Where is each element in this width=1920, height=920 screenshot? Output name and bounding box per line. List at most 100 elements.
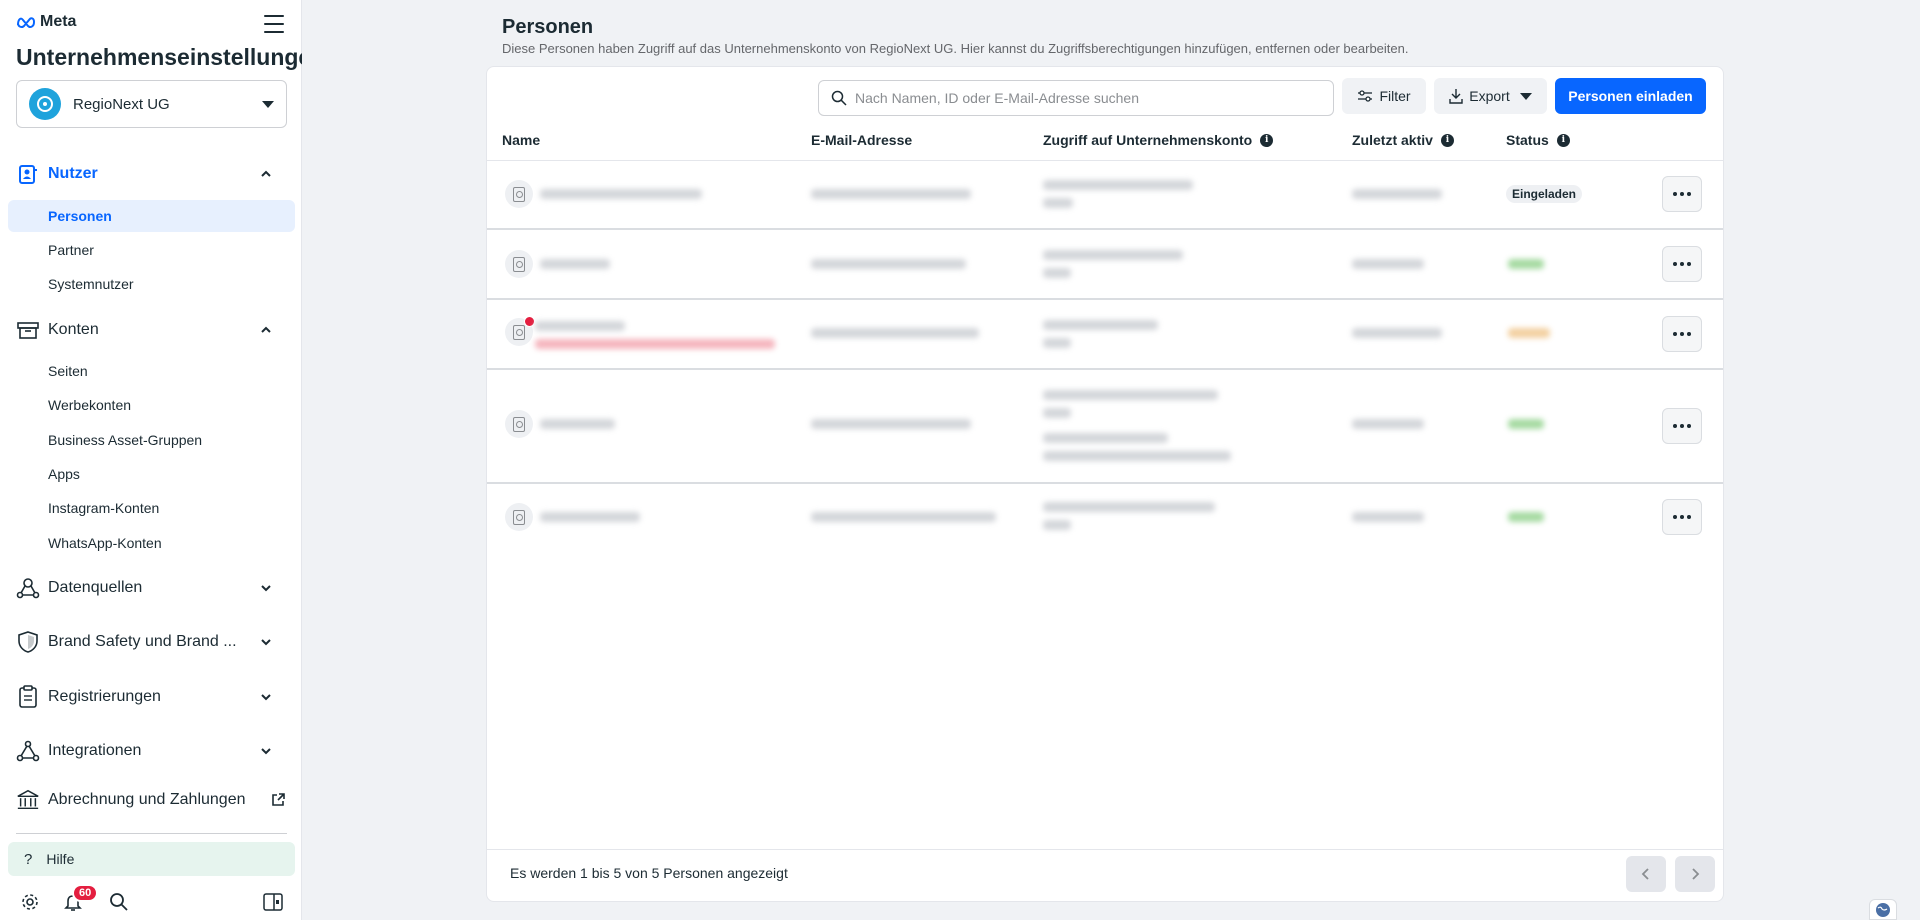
row-more-button[interactable] bbox=[1662, 316, 1702, 352]
redacted-access-sub bbox=[1043, 408, 1071, 418]
menu-icon[interactable] bbox=[264, 15, 284, 33]
sidebar-item-systemnutzer[interactable]: Systemnutzer bbox=[8, 268, 295, 300]
account-avatar bbox=[29, 88, 61, 120]
redacted-access-sub bbox=[1043, 520, 1071, 530]
sliders-icon bbox=[1358, 90, 1373, 102]
sidebar-divider bbox=[16, 833, 287, 834]
redacted-email bbox=[811, 189, 971, 199]
previous-page-button[interactable] bbox=[1626, 856, 1666, 892]
column-header-access[interactable]: Zugriff auf Unternehmenskonto i bbox=[1043, 132, 1274, 148]
info-icon[interactable]: i bbox=[1556, 133, 1570, 147]
sidebar-section-integrationen[interactable]: Integrationen bbox=[0, 731, 302, 771]
status-badge: Eingeladen bbox=[1506, 185, 1583, 203]
chevron-left-icon bbox=[1641, 868, 1649, 880]
status-badge bbox=[1508, 512, 1544, 522]
redacted-last-active bbox=[1352, 328, 1442, 338]
redacted-last-active bbox=[1352, 419, 1424, 429]
sidebar-item-werbekonten[interactable]: Werbekonten bbox=[8, 389, 295, 421]
error-badge-icon bbox=[524, 316, 535, 327]
search-input[interactable] bbox=[855, 90, 1333, 106]
invite-people-button[interactable]: Personen einladen bbox=[1555, 78, 1706, 114]
shield-icon bbox=[16, 630, 40, 654]
chevron-down-icon bbox=[261, 585, 271, 592]
table-footer-divider bbox=[487, 849, 1723, 850]
user-card-icon bbox=[505, 180, 533, 208]
bank-icon bbox=[16, 788, 40, 812]
clipboard-icon bbox=[16, 685, 40, 709]
sidebar-item-apps[interactable]: Apps bbox=[8, 458, 295, 490]
export-button[interactable]: Export bbox=[1434, 78, 1547, 114]
redacted-access-2-sub bbox=[1043, 451, 1231, 461]
chevron-right-icon bbox=[1692, 868, 1700, 880]
account-name: RegioNext UG bbox=[73, 95, 170, 113]
sidebar-item-whatsapp-konten[interactable]: WhatsApp-Konten bbox=[8, 527, 295, 559]
row-more-button[interactable] bbox=[1662, 246, 1702, 282]
download-icon bbox=[1449, 89, 1463, 104]
redacted-access bbox=[1043, 502, 1215, 512]
next-page-button[interactable] bbox=[1675, 856, 1715, 892]
filter-button[interactable]: Filter bbox=[1342, 78, 1426, 114]
user-card-icon bbox=[505, 503, 533, 531]
chevron-up-icon bbox=[261, 326, 271, 333]
row-more-button[interactable] bbox=[1662, 176, 1702, 212]
help-label: Hilfe bbox=[46, 851, 75, 867]
notification-count-badge: 60 bbox=[72, 884, 99, 902]
redacted-access bbox=[1043, 250, 1183, 260]
redacted-access-2 bbox=[1043, 433, 1168, 443]
redacted-access bbox=[1043, 180, 1193, 190]
meta-brand-text: Meta bbox=[40, 13, 77, 30]
sidebar-bottom-bar: 60 bbox=[0, 884, 302, 920]
sidebar-item-personen[interactable]: Personen bbox=[8, 200, 295, 232]
external-link-icon bbox=[272, 793, 285, 806]
column-header-last-active[interactable]: Zuletzt aktiv i bbox=[1352, 132, 1454, 148]
sidebar-section-konten[interactable]: Konten bbox=[0, 310, 302, 350]
gear-icon[interactable] bbox=[18, 890, 42, 914]
sidebar-toggle-icon[interactable] bbox=[261, 890, 285, 914]
sidebar-section-registrierungen[interactable]: Registrierungen bbox=[0, 677, 302, 717]
help-button[interactable]: ? Hilfe bbox=[8, 842, 295, 876]
redacted-name bbox=[540, 189, 702, 199]
sidebar-section-brand-safety[interactable]: Brand Safety und Brand ... bbox=[0, 622, 302, 662]
table-header-divider bbox=[487, 160, 1723, 161]
status-badge bbox=[1508, 328, 1550, 338]
redacted-email bbox=[811, 328, 979, 338]
search-field[interactable] bbox=[818, 80, 1334, 116]
sidebar-item-business-asset-gruppen[interactable]: Business Asset-Gruppen bbox=[8, 424, 295, 456]
search-icon bbox=[831, 90, 847, 106]
chevron-down-icon bbox=[261, 639, 271, 646]
info-icon[interactable]: i bbox=[1440, 133, 1454, 147]
account-selector[interactable]: RegioNext UG bbox=[16, 80, 287, 128]
sidebar-item-instagram-konten[interactable]: Instagram-Konten bbox=[8, 492, 295, 524]
column-header-email[interactable]: E-Mail-Adresse bbox=[811, 132, 912, 148]
search-icon[interactable] bbox=[107, 890, 131, 914]
redacted-name bbox=[540, 419, 615, 429]
row-divider bbox=[487, 482, 1723, 484]
page-description: Diese Personen haben Zugriff auf das Unt… bbox=[502, 41, 1409, 56]
archive-box-icon bbox=[16, 318, 40, 342]
info-icon[interactable]: i bbox=[1260, 133, 1274, 147]
chevron-down-icon bbox=[1519, 92, 1532, 100]
redacted-last-active bbox=[1352, 512, 1424, 522]
chevron-down-icon bbox=[262, 100, 274, 108]
sidebar-section-datenquellen[interactable]: Datenquellen bbox=[0, 568, 302, 608]
redacted-access bbox=[1043, 320, 1158, 330]
column-header-name[interactable]: Name bbox=[502, 132, 540, 148]
pagination-summary: Es werden 1 bis 5 von 5 Personen angezei… bbox=[510, 865, 788, 881]
globe-icon[interactable] bbox=[1869, 899, 1897, 920]
redacted-last-active bbox=[1352, 259, 1424, 269]
redacted-access-sub bbox=[1043, 338, 1071, 348]
meta-logo[interactable]: Meta bbox=[16, 13, 76, 31]
redacted-email bbox=[811, 512, 996, 522]
redacted-email bbox=[811, 419, 971, 429]
row-more-button[interactable] bbox=[1662, 499, 1702, 535]
sidebar-item-partner[interactable]: Partner bbox=[8, 234, 295, 266]
data-sources-icon bbox=[16, 576, 40, 600]
column-header-status[interactable]: Status i bbox=[1506, 132, 1570, 148]
redacted-access-sub bbox=[1043, 268, 1071, 278]
sidebar-section-abrechnung[interactable]: Abrechnung und Zahlungen bbox=[0, 780, 302, 820]
meta-infinity-icon bbox=[17, 17, 36, 28]
sidebar-section-nutzer[interactable]: Nutzer bbox=[0, 154, 302, 194]
sidebar-item-seiten[interactable]: Seiten bbox=[8, 355, 295, 387]
row-more-button[interactable] bbox=[1662, 408, 1702, 444]
user-card-icon bbox=[505, 410, 533, 438]
